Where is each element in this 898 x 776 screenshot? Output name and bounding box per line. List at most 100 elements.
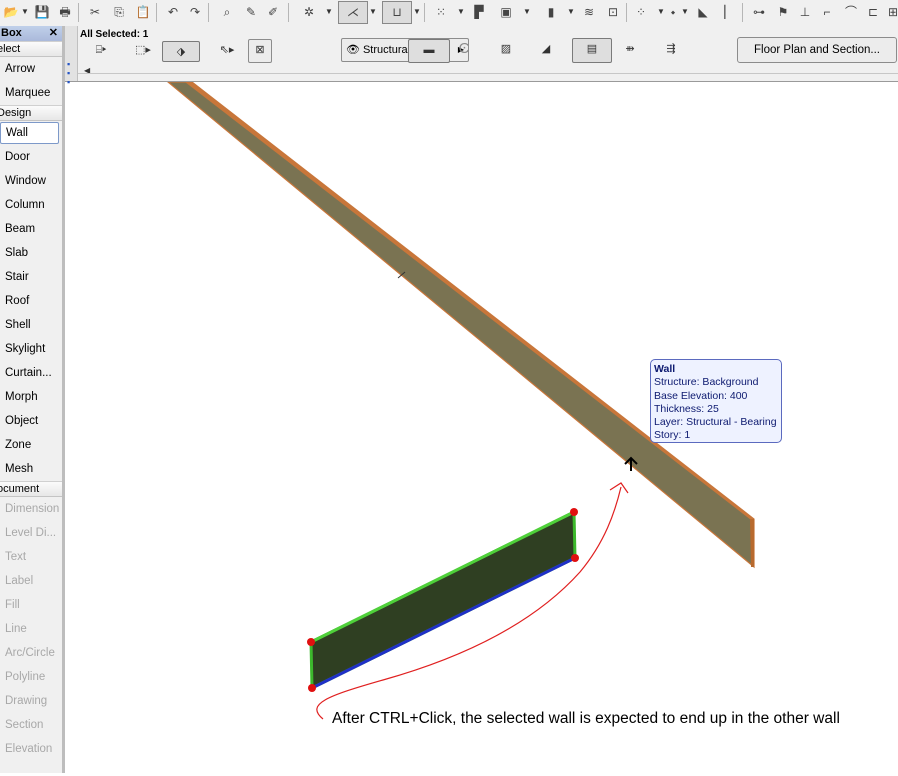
tool-skylight[interactable]: Skylight: [0, 337, 62, 361]
save-icon[interactable]: 💾: [33, 3, 51, 21]
tool-elevation[interactable]: Elevation: [0, 737, 62, 761]
trim-icon[interactable]: ▛: [470, 3, 488, 21]
scale-icon[interactable]: ⊞: [884, 3, 898, 21]
eye-icon: 👁: [346, 44, 360, 56]
redo-icon[interactable]: ↷: [186, 3, 204, 21]
toolbox-palette: Box ✕ elect Arrow Marquee Design Wall Do…: [0, 26, 65, 773]
pointer-icon[interactable]: ⇖▸: [214, 40, 240, 60]
chevron-down-icon[interactable]: ▼: [566, 3, 576, 21]
adjust-icon[interactable]: ▮: [542, 3, 560, 21]
find-select-icon[interactable]: ⌕: [218, 3, 236, 21]
grid-snap-icon[interactable]: ⁙: [432, 3, 450, 21]
tooltip-story: Story: 1: [654, 429, 691, 442]
tool-object[interactable]: Object: [0, 409, 62, 433]
tool-line[interactable]: Line: [0, 617, 62, 641]
elevate-icon[interactable]: ⊶: [750, 3, 768, 21]
chevron-down-icon[interactable]: ▼: [20, 3, 30, 21]
tool-morph[interactable]: Morph: [0, 385, 62, 409]
marquee-method-icon[interactable]: ⬚▸: [130, 40, 156, 60]
section-select[interactable]: elect: [0, 41, 62, 57]
copy-icon[interactable]: ⎘: [110, 3, 128, 21]
selection-handle[interactable]: [570, 508, 578, 516]
chevron-down-icon[interactable]: ▼: [368, 3, 378, 21]
tool-column[interactable]: Column: [0, 193, 62, 217]
annotation-text: After CTRL+Click, the selected wall is e…: [332, 710, 840, 727]
curved-wall-icon[interactable]: Ͼ: [452, 39, 476, 61]
tool-level-dimension[interactable]: Level Di...: [0, 521, 62, 545]
tool-mesh[interactable]: Mesh: [0, 457, 62, 481]
reference-center-icon[interactable]: ⇻: [618, 39, 642, 61]
gravity-icon[interactable]: ⊔: [382, 1, 412, 24]
section-document[interactable]: ocument: [0, 481, 62, 497]
floor-plan-and-section-button[interactable]: Floor Plan and Section...: [737, 37, 897, 63]
tool-roof[interactable]: Roof: [0, 289, 62, 313]
selection-handle[interactable]: [307, 638, 315, 646]
tool-door[interactable]: Door: [0, 145, 62, 169]
syringe-icon[interactable]: ✐: [264, 3, 282, 21]
tool-text[interactable]: Text: [0, 545, 62, 569]
magic-wand-icon[interactable]: ✲: [300, 3, 318, 21]
mirror-icon[interactable]: ▏: [720, 3, 738, 21]
section-design[interactable]: Design: [0, 105, 62, 121]
tool-curtain-wall[interactable]: Curtain...: [0, 361, 62, 385]
print-icon[interactable]: 🖶: [56, 3, 74, 21]
selection-handle[interactable]: [308, 684, 316, 692]
reference-outside-icon[interactable]: ⇶: [658, 39, 684, 61]
fill-pattern-icon[interactable]: ▨: [494, 39, 518, 61]
info-box: ▪ ▪ ▪ All Selected: 1 ⌸▸ ⬚▸ ⬗ ⇖▸ ⊠ 👁 Struct…: [64, 26, 898, 87]
tool-zone[interactable]: Zone: [0, 433, 62, 457]
chevron-down-icon[interactable]: ▼: [456, 3, 466, 21]
open-icon[interactable]: 📂: [2, 3, 20, 21]
tool-drawing[interactable]: Drawing: [0, 689, 62, 713]
toolbar-separator: [626, 3, 627, 22]
area-selection-icon[interactable]: ⬗: [162, 41, 200, 62]
tool-shell[interactable]: Shell: [0, 313, 62, 337]
reference-line-icon[interactable]: ▤: [572, 38, 612, 63]
tool-window[interactable]: Window: [0, 169, 62, 193]
chevron-down-icon[interactable]: ▼: [412, 3, 422, 21]
resize-icon[interactable]: ⊏: [864, 3, 882, 21]
corner-icon[interactable]: ⌐: [818, 3, 836, 21]
snap-guides-icon[interactable]: ⋌: [338, 1, 368, 24]
slanted-fill-icon[interactable]: ◢: [534, 39, 558, 61]
undo-icon[interactable]: ↶: [164, 3, 182, 21]
info-box-handle[interactable]: ▪ ▪ ▪: [64, 26, 78, 87]
fillet-icon[interactable]: ⚑: [774, 3, 792, 21]
tool-slab[interactable]: Slab: [0, 241, 62, 265]
intersect-icon[interactable]: ▣: [497, 3, 515, 21]
paste-icon[interactable]: 📋: [134, 3, 152, 21]
elevation-dimension-icon[interactable]: ⊡: [604, 3, 622, 21]
tool-arc-circle[interactable]: Arc/Circle: [0, 641, 62, 665]
close-icon[interactable]: ✕: [49, 26, 58, 41]
line-type-icon[interactable]: ▬: [408, 39, 450, 63]
background-wall[interactable]: [166, 81, 755, 569]
chevron-down-icon[interactable]: ▼: [324, 3, 334, 21]
dimension-icon[interactable]: ⁘: [632, 3, 650, 21]
transform-icon[interactable]: ⊠: [248, 39, 272, 63]
toolbox-header[interactable]: Box ✕: [0, 26, 62, 41]
chevron-down-icon[interactable]: ▼: [680, 3, 690, 21]
tool-marquee[interactable]: Marquee: [0, 81, 62, 105]
tool-dimension[interactable]: Dimension: [0, 497, 62, 521]
rotate-icon[interactable]: ◣: [694, 3, 712, 21]
selection-handle[interactable]: [571, 554, 579, 562]
offset-icon[interactable]: ⊥: [796, 3, 814, 21]
tool-polyline[interactable]: Polyline: [0, 665, 62, 689]
eyedropper-icon[interactable]: ✎: [242, 3, 260, 21]
tool-wall[interactable]: Wall: [0, 122, 59, 144]
geometry-method-icon[interactable]: ⌸▸: [86, 40, 116, 60]
cut-icon[interactable]: ✂: [86, 3, 104, 21]
tool-fill[interactable]: Fill: [0, 593, 62, 617]
tooltip-thickness: Thickness: 25: [654, 402, 719, 415]
tool-beam[interactable]: Beam: [0, 217, 62, 241]
chevron-down-icon[interactable]: ▼: [522, 3, 532, 21]
tool-label[interactable]: Label: [0, 569, 62, 593]
toolbar-separator: [78, 3, 79, 22]
tool-section[interactable]: Section: [0, 713, 62, 737]
info-box-scrollbar[interactable]: [78, 73, 898, 74]
arc-icon[interactable]: ⌒: [842, 3, 860, 21]
selected-wall[interactable]: [307, 508, 579, 692]
tool-arrow[interactable]: Arrow: [0, 57, 62, 81]
split-icon[interactable]: ≋: [580, 3, 598, 21]
tool-stair[interactable]: Stair: [0, 265, 62, 289]
